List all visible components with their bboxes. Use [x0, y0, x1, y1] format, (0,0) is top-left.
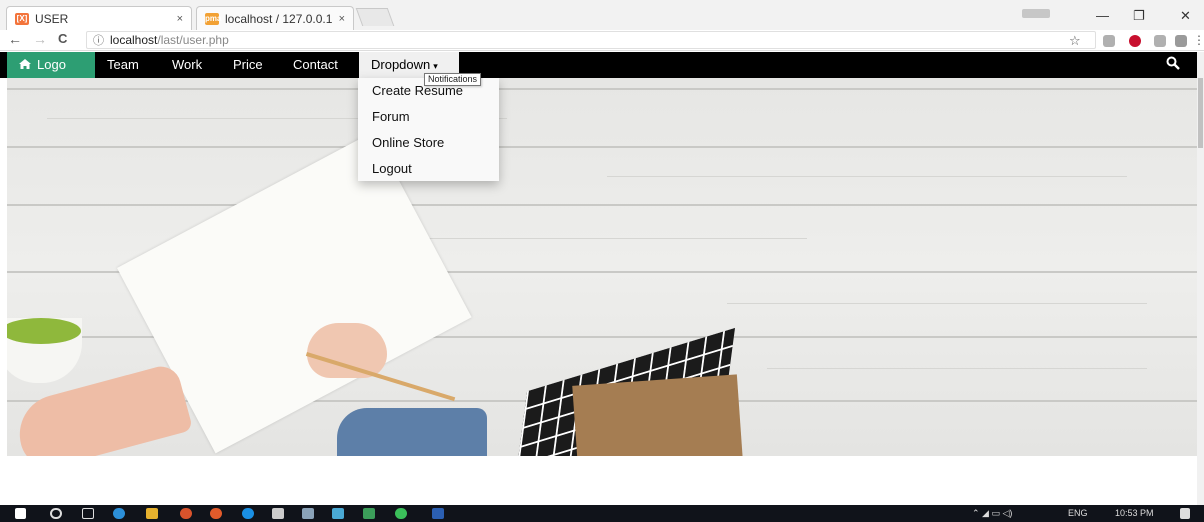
file-explorer-icon[interactable] [146, 508, 158, 519]
close-window-button[interactable]: ✕ [1180, 8, 1191, 24]
notifications-tooltip: Notifications [424, 73, 482, 86]
nav-item-work[interactable]: Work [160, 52, 214, 78]
logo-label: Logo [37, 57, 66, 72]
new-tab-button[interactable] [355, 8, 395, 26]
wood-plank-seam [7, 204, 1197, 206]
phpmyadmin-favicon-icon: pma [205, 12, 222, 25]
windows-start-icon[interactable] [15, 508, 26, 519]
scrollbar-thumb[interactable] [1198, 78, 1203, 148]
back-button[interactable]: ← [8, 31, 22, 47]
reload-button[interactable]: C [58, 31, 67, 46]
wood-grain [767, 368, 1147, 369]
dropdown-label: Dropdown [371, 57, 431, 72]
menu-item-online-store[interactable]: Online Store [358, 130, 499, 156]
forward-button[interactable]: → [33, 31, 47, 47]
chrome-menu-icon[interactable]: ⋮ [1193, 33, 1204, 47]
browser-toolbar: ← → C ⓘ localhost/last/user.php ☆ ⋮ [0, 30, 1204, 51]
whatsapp-icon[interactable] [395, 508, 407, 519]
word-icon[interactable] [432, 508, 444, 519]
nav-logo[interactable]: Logo [7, 52, 95, 78]
task-view-icon[interactable] [82, 508, 94, 519]
site-info-icon[interactable]: ⓘ [93, 32, 104, 48]
tab-title: localhost / 127.0.0.1 / we [225, 11, 333, 26]
app-icon[interactable] [302, 508, 314, 519]
app-icon[interactable] [332, 508, 344, 519]
edge-icon[interactable] [113, 508, 125, 519]
tab-phpmyadmin[interactable]: pma localhost / 127.0.0.1 / we × [196, 6, 354, 30]
folder-icon[interactable] [363, 508, 375, 519]
clock[interactable]: 10:53 PM [1115, 508, 1154, 518]
extension-icon[interactable] [1154, 35, 1166, 47]
dropdown-menu: Create Resume Forum Online Store Logout [358, 78, 499, 181]
store-icon[interactable] [180, 508, 192, 519]
wood-grain [607, 176, 1127, 177]
menu-item-forum[interactable]: Forum [358, 104, 499, 130]
bookmark-star-icon[interactable]: ☆ [1069, 33, 1081, 49]
notebook-image [572, 374, 743, 456]
tab-user[interactable]: [X] USER × [6, 6, 192, 30]
nav-item-team[interactable]: Team [95, 52, 151, 78]
wood-plank-seam [7, 146, 1197, 148]
caret-down-icon: ▾ [433, 61, 438, 71]
tab-title: USER [35, 11, 69, 26]
extension-badge-icon[interactable] [1175, 35, 1187, 47]
browser-tab-strip: [X] USER × pma localhost / 127.0.0.1 / w… [0, 0, 1204, 30]
profile-button[interactable] [1022, 9, 1050, 18]
xampp-favicon-icon: [X] [15, 12, 29, 25]
mail-icon[interactable] [272, 508, 284, 519]
maximize-button[interactable]: ❐ [1133, 8, 1145, 24]
minimize-button[interactable]: — [1096, 8, 1109, 23]
extension-icon[interactable] [1103, 35, 1115, 47]
language-indicator[interactable]: ENG [1068, 508, 1088, 518]
tray-icons[interactable]: ⌃ ◢ ▭ ◁) [972, 508, 1012, 519]
sleeve-image [337, 408, 487, 456]
menu-item-logout[interactable]: Logout [358, 156, 499, 182]
tab-close-icon[interactable]: × [339, 13, 345, 25]
wood-grain [727, 303, 1147, 304]
site-navbar: Logo Team Work Price Contact Dropdown ▾ [0, 52, 1197, 78]
writing-hand-image [307, 323, 387, 378]
search-icon[interactable] [50, 508, 62, 519]
url-host: localhost [110, 33, 158, 47]
tab-close-icon[interactable]: × [177, 13, 183, 25]
wood-plank-seam [7, 88, 1197, 90]
app-icon[interactable] [242, 508, 254, 519]
home-icon [19, 52, 31, 78]
windows-taskbar: ⌃ ◢ ▭ ◁) ENG 10:53 PM [0, 505, 1204, 522]
address-bar[interactable]: ⓘ localhost/last/user.php [86, 31, 1096, 49]
url-path: /last/user.php [157, 33, 229, 47]
action-center-icon[interactable] [1180, 508, 1190, 519]
nav-item-price[interactable]: Price [221, 52, 275, 78]
chrome-icon[interactable] [210, 508, 222, 519]
ublock-extension-icon[interactable] [1129, 35, 1141, 47]
nav-item-contact[interactable]: Contact [281, 52, 350, 78]
search-icon[interactable] [1166, 56, 1182, 72]
hero-image [7, 78, 1197, 456]
